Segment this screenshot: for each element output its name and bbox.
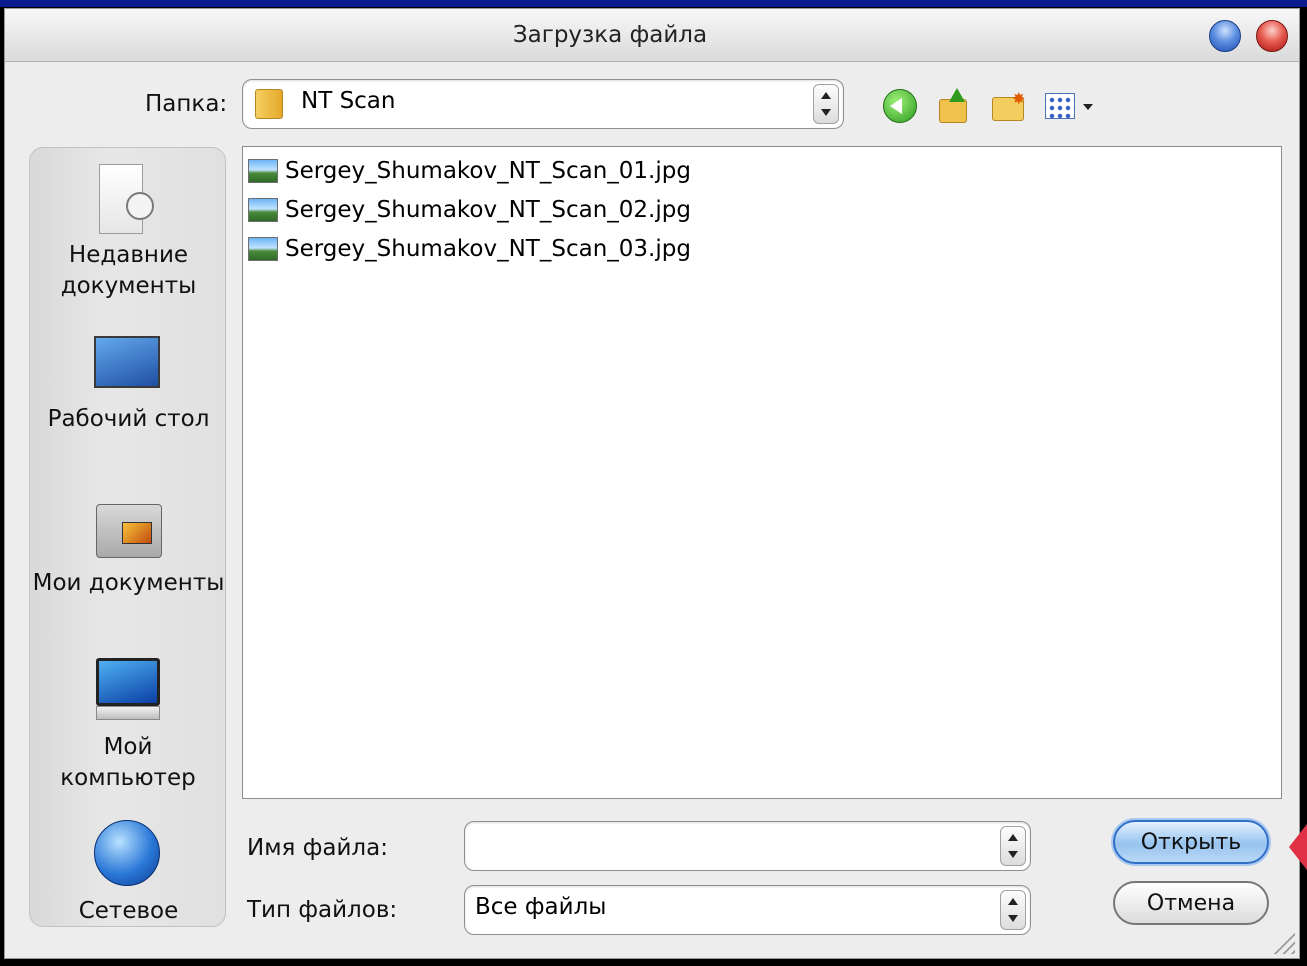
places-bar: Недавние документы Рабочий стол Мои доку… xyxy=(29,147,226,927)
computer-stand-icon xyxy=(96,706,160,720)
place-my-documents[interactable]: Мои документы xyxy=(30,568,227,599)
close-button[interactable] xyxy=(1256,20,1288,52)
folder-select[interactable]: NT Scan xyxy=(242,79,844,129)
current-folder-name: NT Scan xyxy=(301,88,396,114)
place-desktop[interactable]: Рабочий стол xyxy=(30,404,227,435)
pointer-arrow-icon xyxy=(1289,824,1307,870)
up-folder-icon[interactable] xyxy=(935,87,973,125)
filetype-label: Тип файлов: xyxy=(247,897,398,923)
folder-label: Папка: xyxy=(145,91,228,117)
network-icon xyxy=(94,820,160,886)
place-network[interactable]: Сетевое xyxy=(30,896,227,927)
filename-dropdown-arrows-icon[interactable] xyxy=(1000,826,1026,866)
filename-label: Имя файла: xyxy=(247,835,388,861)
new-folder-icon[interactable]: ✸ xyxy=(990,87,1028,125)
minimize-button[interactable] xyxy=(1209,20,1241,52)
my-computer-icon xyxy=(96,658,160,706)
open-button[interactable]: Открыть xyxy=(1113,820,1269,864)
folder-icon xyxy=(255,89,283,119)
picture-icon xyxy=(122,522,152,544)
image-file-icon xyxy=(248,198,278,222)
file-name: Sergey_Shumakov_NT_Scan_01.jpg xyxy=(285,158,691,184)
file-name: Sergey_Shumakov_NT_Scan_02.jpg xyxy=(285,197,691,223)
views-menu-icon[interactable] xyxy=(1045,87,1099,125)
filetype-select[interactable]: Все файлы xyxy=(464,885,1031,935)
clock-icon xyxy=(126,192,154,220)
file-row[interactable]: Sergey_Shumakov_NT_Scan_02.jpg xyxy=(248,192,691,228)
window-title: Загрузка файла xyxy=(512,22,708,48)
file-row[interactable]: Sergey_Shumakov_NT_Scan_03.jpg xyxy=(248,231,691,267)
file-row[interactable]: Sergey_Shumakov_NT_Scan_01.jpg xyxy=(248,153,691,189)
cancel-button[interactable]: Отмена xyxy=(1113,881,1269,925)
folder-select-arrows-icon[interactable] xyxy=(813,84,839,124)
image-file-icon xyxy=(248,237,278,261)
image-file-icon xyxy=(248,159,278,183)
filetype-value: Все файлы xyxy=(475,894,607,920)
filename-field[interactable] xyxy=(464,821,1031,871)
file-upload-dialog: Загрузка файла Папка: NT Scan ✸ Недавние… xyxy=(4,8,1300,959)
place-my-computer[interactable]: Мой компьютер xyxy=(58,732,198,794)
top-edge-line xyxy=(0,0,1307,7)
desktop-icon xyxy=(94,336,160,388)
resize-grip-icon[interactable] xyxy=(1273,932,1295,954)
title-bar[interactable]: Загрузка файла xyxy=(5,9,1299,62)
filetype-dropdown-arrows-icon[interactable] xyxy=(1000,890,1026,930)
file-list[interactable]: Sergey_Shumakov_NT_Scan_01.jpg Sergey_Sh… xyxy=(242,146,1282,799)
back-arrow-icon[interactable] xyxy=(881,87,919,125)
place-recent-documents[interactable]: Недавние документы xyxy=(30,240,227,302)
file-name: Sergey_Shumakov_NT_Scan_03.jpg xyxy=(285,236,691,262)
